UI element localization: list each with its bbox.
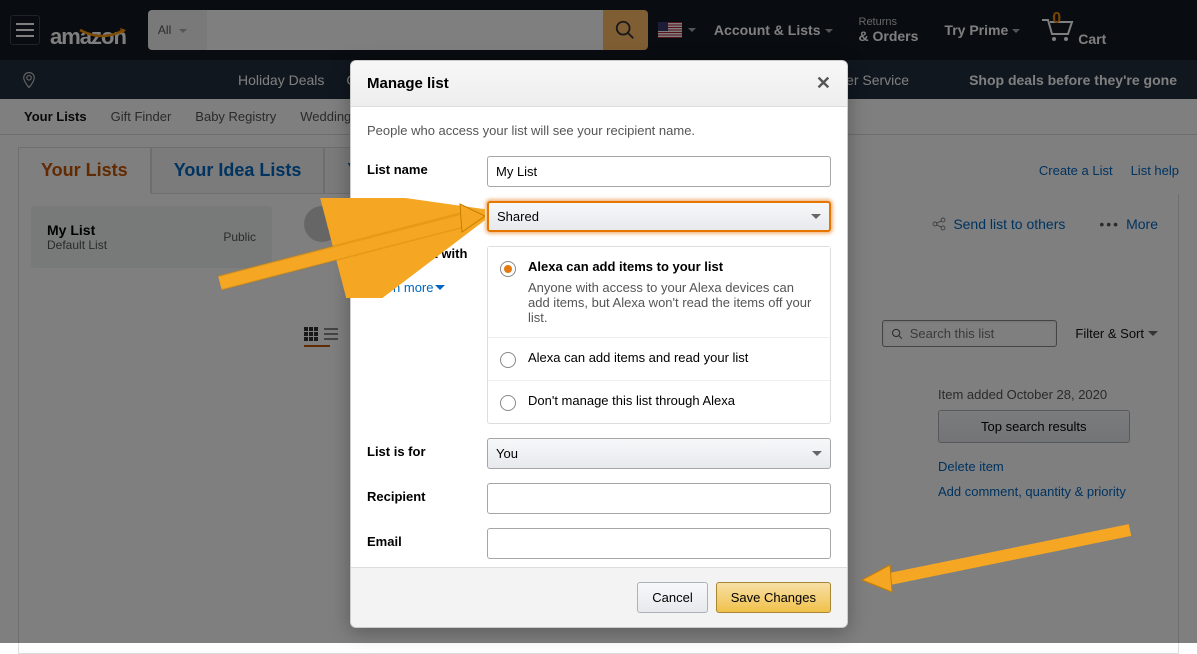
alexa-options: Alexa can add items to your list Anyone …: [487, 246, 831, 424]
privacy-label: Privacy: [367, 201, 487, 222]
recipient-label: Recipient: [367, 483, 487, 504]
radio-icon[interactable]: [500, 261, 516, 277]
modal-title: Manage list: [367, 75, 449, 92]
alexa-option-none[interactable]: Don't manage this list through Alexa: [488, 381, 830, 423]
cancel-button[interactable]: Cancel: [637, 582, 707, 613]
chevron-down-icon: [811, 214, 821, 219]
learn-more-link[interactable]: Learn more: [367, 280, 445, 295]
alexa-option-add[interactable]: Alexa can add items to your list Anyone …: [488, 247, 830, 338]
list-name-input[interactable]: [487, 156, 831, 187]
list-for-label: List is for: [367, 438, 487, 459]
modal-footer: Cancel Save Changes: [351, 567, 847, 627]
email-label: Email: [367, 528, 487, 549]
save-button[interactable]: Save Changes: [716, 582, 831, 613]
radio-icon[interactable]: [500, 395, 516, 411]
privacy-dropdown[interactable]: Shared: [487, 201, 831, 232]
email-input[interactable]: [487, 528, 831, 559]
modal-desc: People who access your list will see you…: [367, 123, 831, 138]
chevron-down-icon: [435, 285, 445, 290]
alexa-option-add-read[interactable]: Alexa can add items and read your list: [488, 338, 830, 381]
radio-icon[interactable]: [500, 352, 516, 368]
chevron-down-icon: [812, 451, 822, 456]
recipient-input[interactable]: [487, 483, 831, 514]
close-icon[interactable]: ✕: [816, 73, 831, 94]
alexa-label: Manage list with Alexa: [367, 246, 487, 276]
modal-header: Manage list ✕: [351, 61, 847, 107]
list-name-label: List name: [367, 156, 487, 177]
manage-list-modal: Manage list ✕ People who access your lis…: [350, 60, 848, 628]
list-for-dropdown[interactable]: You: [487, 438, 831, 469]
